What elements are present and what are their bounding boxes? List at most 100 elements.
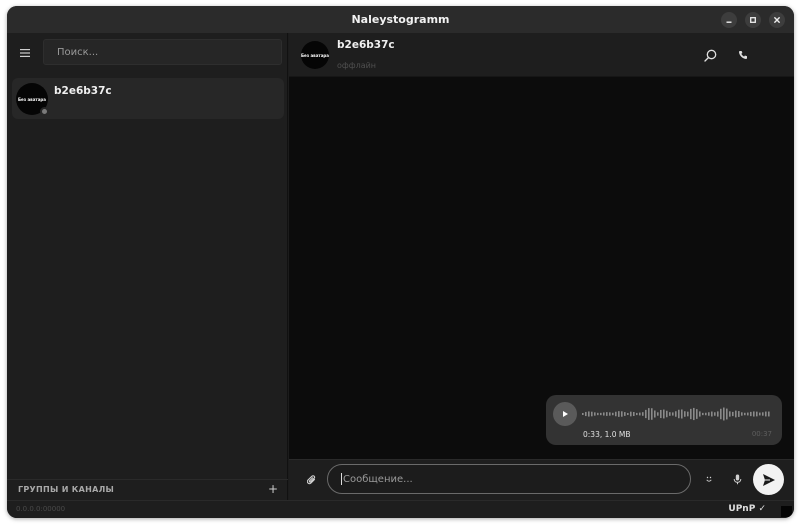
title-bar[interactable]: Naleystogramm xyxy=(7,6,794,33)
microphone-button[interactable] xyxy=(730,472,744,486)
waveform-bar xyxy=(765,411,767,417)
chat-name: b2e6b37c xyxy=(54,85,112,97)
menu-button[interactable] xyxy=(18,46,32,60)
hamburger-menu-icon xyxy=(20,49,30,57)
waveform-bar xyxy=(708,412,710,416)
waveform-bar xyxy=(654,410,656,418)
search-chat-button[interactable] xyxy=(702,47,718,63)
chat-list-item[interactable]: Без аватара b2e6b37c xyxy=(12,78,284,119)
waveform-bar xyxy=(741,412,743,416)
waveform-bar xyxy=(585,411,587,417)
minimize-icon xyxy=(726,21,732,23)
waveform-bar xyxy=(624,412,626,416)
window-title: Naleystogramm xyxy=(351,13,450,26)
waveform-bar xyxy=(603,412,605,416)
voice-message-bubble: 0:33, 1.0 MB 00:37 xyxy=(546,395,782,445)
minimize-button[interactable] xyxy=(721,12,737,28)
sidebar: Поиск... Без аватара b2e6b37c ГРУППЫ И К… xyxy=(7,33,288,500)
waveform-bar xyxy=(606,412,608,416)
message-composer: Сообщение... xyxy=(289,459,794,500)
chat-status: оффлайн xyxy=(337,61,377,70)
waveform-bar xyxy=(612,412,614,416)
waveform-bar xyxy=(633,411,635,417)
waveform-bar xyxy=(618,411,620,417)
waveform-bar xyxy=(645,409,647,419)
search-input[interactable]: Поиск... xyxy=(43,39,282,65)
play-icon xyxy=(563,411,568,417)
waveform-bar xyxy=(648,408,650,420)
offline-status-dot xyxy=(40,107,49,116)
message-placeholder: Сообщение... xyxy=(343,473,413,485)
search-placeholder: Поиск... xyxy=(57,46,99,58)
waveform-bar xyxy=(747,412,749,416)
chat-header: Без аватара b2e6b37c оффлайн xyxy=(289,33,794,77)
close-icon xyxy=(774,17,780,23)
search-icon xyxy=(703,49,716,62)
waveform-bar xyxy=(696,409,698,419)
waveform-bar xyxy=(594,412,596,416)
waveform-bar xyxy=(660,409,662,419)
waveform-bar xyxy=(732,411,734,417)
voice-duration-size: 0:33, 1.0 MB xyxy=(583,430,631,439)
waveform-bar xyxy=(711,411,713,417)
maximize-icon xyxy=(750,17,756,23)
message-timestamp: 00:37 xyxy=(751,430,772,438)
groups-and-channels-label: ГРУППЫ И КАНАЛЫ xyxy=(18,485,115,494)
waveform-bar xyxy=(609,412,611,416)
waveform-bar xyxy=(687,411,689,417)
waveform-bar xyxy=(675,411,677,417)
app-window: Naleystogramm Поиск... Без аватара b2e6b… xyxy=(7,6,794,518)
waveform-bar xyxy=(627,412,629,416)
phone-icon xyxy=(739,51,747,59)
waveform-bar xyxy=(693,407,695,421)
call-button[interactable] xyxy=(735,47,751,63)
sidebar-header: Поиск... xyxy=(7,33,288,73)
waveform-bar xyxy=(639,412,641,416)
waveform-bar xyxy=(735,410,737,418)
emoji-icon xyxy=(706,476,712,482)
waveform-bar xyxy=(663,409,665,419)
message-input[interactable]: Сообщение... xyxy=(327,464,691,494)
waveform-bar xyxy=(672,412,674,416)
paperclip-icon xyxy=(307,474,316,484)
waveform-bar xyxy=(726,408,728,420)
waveform-bar xyxy=(729,411,731,417)
waveform-bar xyxy=(756,411,758,417)
waveform-bar xyxy=(702,412,704,416)
emoji-button[interactable] xyxy=(703,473,715,485)
waveform-bar xyxy=(669,412,671,416)
waveform-bar xyxy=(642,412,644,416)
waveform-bar xyxy=(753,411,755,417)
chat-panel: Без аватара b2e6b37c оффлайн 0:33, 1.0 M… xyxy=(289,33,794,500)
add-group-button[interactable]: + xyxy=(268,482,278,496)
network-address: 0.0.0.0:00000 xyxy=(16,505,66,513)
waveform-bar xyxy=(681,409,683,419)
waveform-bar xyxy=(657,412,659,416)
microphone-icon xyxy=(733,474,741,484)
waveform-bar xyxy=(591,411,593,417)
send-button[interactable] xyxy=(753,464,784,495)
waveform-bar xyxy=(762,412,764,416)
waveform-bar xyxy=(651,408,653,420)
waveform-bar xyxy=(600,412,602,416)
waveform-bar xyxy=(744,412,746,416)
groups-section: ГРУППЫ И КАНАЛЫ + xyxy=(7,479,288,500)
play-button[interactable] xyxy=(553,402,577,426)
waveform-bar xyxy=(666,410,668,418)
waveform-bar xyxy=(630,411,632,417)
attach-button[interactable] xyxy=(305,473,319,487)
maximize-button[interactable] xyxy=(745,12,761,28)
voice-waveform[interactable] xyxy=(582,405,772,423)
waveform-bar xyxy=(582,413,584,415)
message-area[interactable]: 0:33, 1.0 MB 00:37 xyxy=(289,77,794,459)
waveform-bar xyxy=(705,412,707,416)
resize-grip[interactable] xyxy=(781,506,792,517)
waveform-bar xyxy=(588,411,590,417)
waveform-bar xyxy=(684,411,686,417)
send-icon xyxy=(762,473,775,486)
close-button[interactable] xyxy=(769,12,785,28)
waveform-bar xyxy=(621,411,623,417)
waveform-bar xyxy=(597,412,599,416)
header-avatar[interactable]: Без аватара xyxy=(301,41,329,69)
avatar-label: Без аватара xyxy=(18,96,46,102)
